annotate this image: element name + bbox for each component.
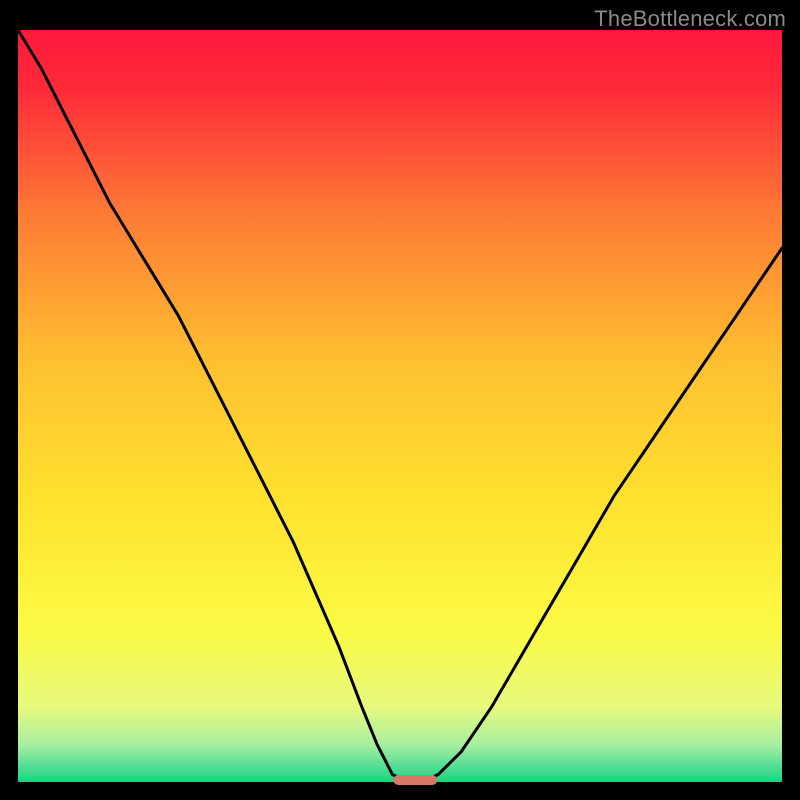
- chart-frame: TheBottleneck.com: [0, 0, 800, 800]
- bottleneck-chart: [0, 0, 800, 800]
- gradient-background: [18, 30, 782, 782]
- optimal-zone-marker: [393, 775, 437, 785]
- watermark-text: TheBottleneck.com: [594, 6, 786, 32]
